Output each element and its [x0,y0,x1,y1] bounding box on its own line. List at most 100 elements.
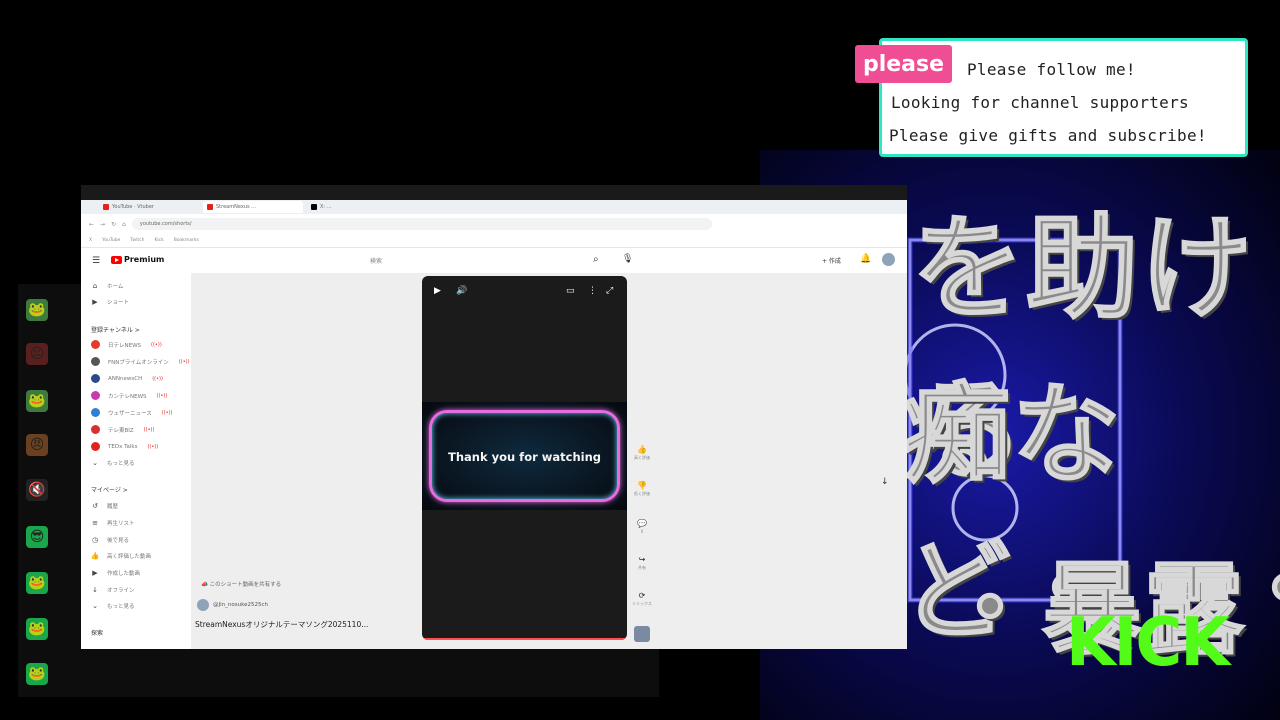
bookmark[interactable]: Twitch [130,238,144,243]
youtube-logo-icon [111,255,122,264]
kick-logo: KICK [1066,604,1230,682]
sidebar-item-channel[interactable]: TEDx Talks ((•)) [91,442,158,451]
menu-icon[interactable]: ☰ [92,256,100,266]
playlist-icon: ≡ [92,519,98,527]
back-icon[interactable]: ← [89,221,94,228]
dislike-button[interactable]: 👎 低く評価 [632,481,652,497]
sidebar-item-channel[interactable]: テレ東BIZ ((•)) [91,425,154,434]
channel-row[interactable]: @Jin_nosuke2525ch [197,599,268,611]
sidebar-item-watch-later[interactable]: ◷ 後で見る [91,536,129,544]
thumbs-up-icon: 👍 [637,445,647,454]
progress-bar[interactable] [422,638,627,640]
sidebar-item-home[interactable]: ⌂ ホーム [91,282,124,290]
share-icon: ↪ [638,555,646,564]
video-icon: ▶ [92,569,98,577]
frog-emote-icon: 🐸 [26,618,48,640]
chevron-down-icon: ⌄ [92,459,98,467]
youtube-header: ☰ Premium 検索 ⌕ 🎙 + 作成 🔔 [81,249,907,273]
sidebar-item-downloads[interactable]: ↓ オフライン [91,586,134,594]
x-icon [311,204,317,210]
play-icon[interactable]: ▶ [434,286,441,296]
browser-tab-active[interactable]: StreamNexus ... [203,201,303,213]
explore-header: 探索 [91,630,104,637]
sidebar-item-history[interactable]: ↺ 履歴 [91,502,118,510]
chevron-down-icon: ⌄ [92,602,98,610]
more-icon[interactable]: ⋮ [588,286,597,296]
sidebar-item-more[interactable]: ⌄ もっと見る [91,459,134,467]
mute-icon: 🔇 [26,479,48,501]
share-hint[interactable]: 📣 このショート動画を共有する [201,580,281,588]
thank-you-text: Thank you for watching [447,450,602,464]
live-icon: ((•)) [161,409,173,416]
sidebar: ⌂ ホーム ▶ ショート 登録チャンネル > 日テレNEWS ((•)) FNNプライ… [81,273,191,649]
live-icon: ((•)) [151,341,162,348]
channel-avatar [91,357,100,366]
sidebar-item-channel[interactable]: 日テレNEWS ((•)) [91,340,162,349]
remix-button[interactable]: ⟳ リミックス [632,591,652,607]
sidebar-item-more[interactable]: ⌄ もっと見る [91,602,134,610]
sidebar-item-channel[interactable]: ウェザーニュース ((•)) [91,408,173,417]
channel-avatar[interactable] [634,626,650,642]
reload-icon[interactable]: ↻ [111,221,116,228]
channel-avatar [91,442,100,451]
search-icon[interactable]: ⌕ [593,254,599,265]
browser-window: YouTube · Vtuber StreamNexus ... X: ... … [81,185,907,649]
live-icon: ((•)) [156,392,168,399]
share-button[interactable]: ↪ 共有 [632,555,652,571]
sidebar-item-playlists[interactable]: ≡ 再生リスト [91,519,134,527]
video-title[interactable]: StreamNexusオリジナルテーマソング2025110... [195,619,368,630]
volume-icon[interactable]: 🔊 [456,286,467,296]
banner-line: Looking for channel supporters [891,93,1189,112]
please-tag: please [855,45,952,83]
browser-tab[interactable]: YouTube · Vtuber [99,201,199,213]
channel-avatar [91,391,100,400]
you-header[interactable]: マイページ > [91,485,128,494]
bookmark[interactable]: Kick [154,238,163,243]
like-button[interactable]: 👍 高く評価 [632,445,652,461]
bookmark[interactable]: Bookmarks [174,238,199,243]
home-icon[interactable]: ⌂ [122,221,126,228]
comment-button[interactable]: 💬 0 [632,519,652,534]
browser-tab[interactable]: X: ... [307,201,407,213]
arrow-down-icon[interactable]: ↓ [881,477,889,487]
live-icon: ((•)) [143,426,155,433]
live-icon: ((•)) [147,443,159,450]
live-icon: ((•)) [178,358,190,365]
thumbs-up-icon: 👍 [90,552,100,560]
megaphone-icon: 📣 [201,582,210,588]
shorts-player[interactable]: ▶ 🔊 ▭ ⋮ ⤢ Thank you for watching [422,276,627,640]
sidebar-item-shorts[interactable]: ▶ ショート [91,298,129,306]
comment-icon: 💬 [637,519,647,528]
sidebar-item-channel[interactable]: カンテレNEWS ((•)) [91,391,167,400]
captions-icon[interactable]: ▭ [566,286,575,296]
avatar[interactable] [882,253,895,266]
channel-avatar [91,340,100,349]
pepe-emote-icon: 🐸 [26,299,48,321]
subscriptions-header[interactable]: 登録チャンネル > [91,325,140,334]
sidebar-item-channel[interactable]: FNNプライムオンライン ((•)) [91,357,190,366]
youtube-icon [103,204,109,210]
mic-icon[interactable]: 🎙 [622,254,633,264]
channel-handle: @Jin_nosuke2525ch [213,602,268,608]
create-button[interactable]: + 作成 [822,256,841,265]
url-bar[interactable]: youtube.com/shorts/ [131,218,712,230]
video-frame: Thank you for watching [422,402,627,510]
youtube-icon [207,204,213,210]
shorts-icon: ▶ [92,298,98,306]
search-input[interactable]: 検索 [370,256,382,265]
youtube-logo[interactable]: Premium [111,255,164,264]
clock-icon: ◷ [91,536,99,544]
bookmark[interactable]: YouTube [102,238,120,243]
forward-icon[interactable]: → [100,221,105,228]
bookmark[interactable]: X [89,238,92,243]
channel-avatar [91,374,100,383]
sidebar-item-your-videos[interactable]: ▶ 作成した動画 [91,569,140,577]
fullscreen-icon[interactable]: ⤢ [606,286,613,296]
bookmarks-bar: X YouTube Twitch Kick Bookmarks [81,234,907,248]
thumbs-down-icon: 👎 [637,481,647,490]
sidebar-item-channel[interactable]: ANNnewsCH ((•)) [91,374,163,383]
frog-emote-icon: 🐸 [26,663,48,685]
remix-icon: ⟳ [638,591,646,600]
bell-icon[interactable]: 🔔 [860,254,871,264]
sidebar-item-liked[interactable]: 👍 高く評価した動画 [91,552,151,560]
